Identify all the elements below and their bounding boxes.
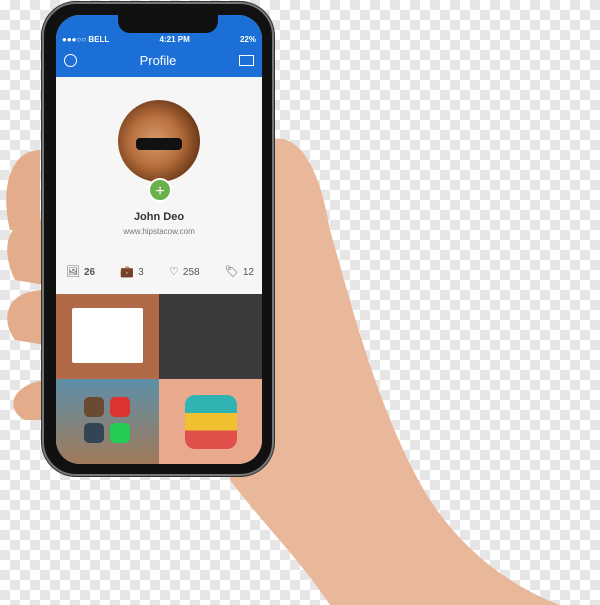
briefcase-icon: 💼: [120, 266, 135, 278]
stat-photos[interactable]: 🖼 26: [66, 265, 95, 278]
time: 4:21 PM: [159, 35, 190, 44]
page-title: Profile: [139, 53, 177, 68]
mail-icon[interactable]: [238, 55, 254, 66]
sunglasses: [136, 138, 182, 150]
lock-app-icon: [184, 394, 237, 449]
notch: [118, 15, 218, 33]
profile-website[interactable]: www.hipstacow.com: [56, 227, 262, 236]
photo-tile[interactable]: [56, 379, 159, 464]
stat-tags[interactable]: 🏷 12: [225, 265, 254, 278]
photo-grid: [56, 294, 262, 464]
image-icon: 🖼: [66, 266, 80, 278]
avatar[interactable]: [118, 100, 200, 182]
profile-name: John Deo: [133, 211, 185, 223]
screen: ●●●○○ BELL 4:21 PM 22% Profile + John De…: [56, 15, 262, 464]
tag-icon: 🏷: [224, 266, 239, 278]
carrier: ●●●○○ BELL: [62, 35, 110, 44]
photo-tile[interactable]: [56, 294, 159, 379]
stat-projects[interactable]: 💼 3: [120, 265, 143, 278]
phone: ●●●○○ BELL 4:21 PM 22% Profile + John De…: [42, 2, 274, 476]
stat-likes[interactable]: ♡ 258: [169, 265, 200, 278]
heart-icon: ♡: [169, 266, 179, 278]
photo-tile[interactable]: [159, 294, 262, 379]
battery: 22%: [239, 35, 256, 44]
photo-tile[interactable]: [159, 379, 262, 464]
add-button[interactable]: +: [148, 178, 172, 202]
stats-row: 🖼 26 💼 3 ♡ 258 🏷 12: [66, 265, 254, 278]
menu-icon[interactable]: [64, 54, 77, 67]
status-bar: ●●●○○ BELL 4:21 PM 22%: [62, 35, 256, 44]
